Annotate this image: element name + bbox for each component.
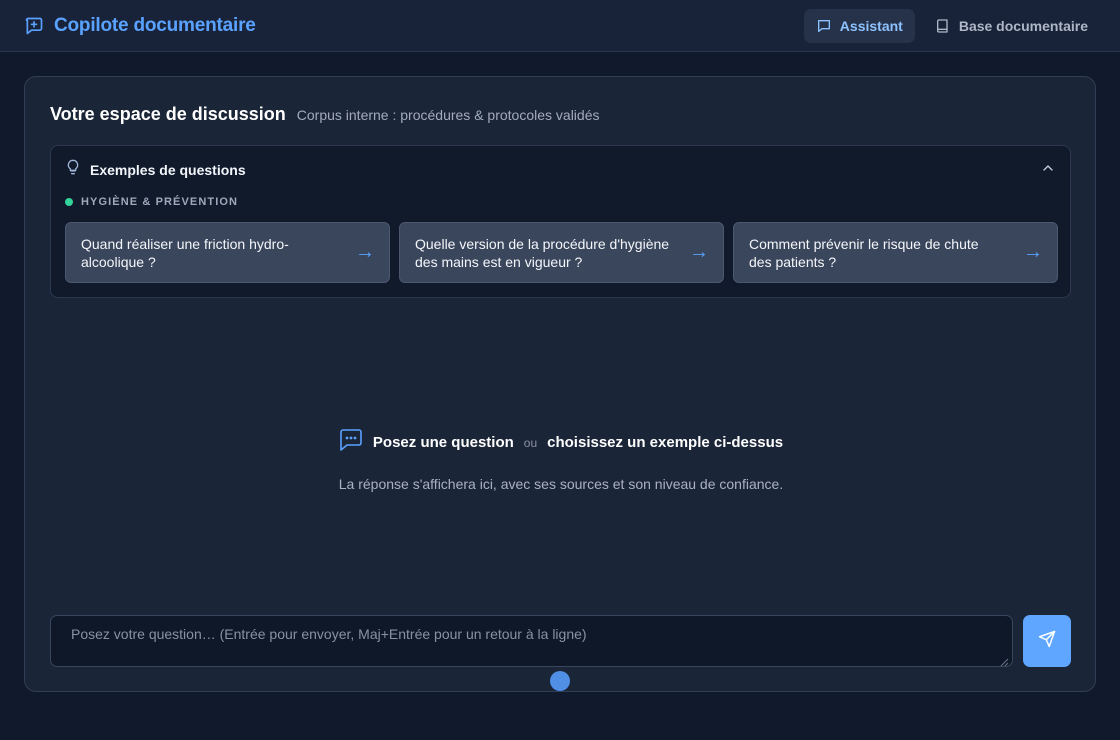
examples-header: Exemples de questions xyxy=(65,159,246,180)
scroll-handle[interactable] xyxy=(550,671,570,691)
paper-plane-icon xyxy=(1038,630,1056,653)
example-question-card[interactable]: Quand réaliser une friction hydro-alcool… xyxy=(65,222,390,283)
question-input-placeholder: Posez votre question… (Entrée pour envoy… xyxy=(71,626,587,642)
discussion-panel: Votre espace de discussion Corpus intern… xyxy=(24,76,1096,692)
question-input[interactable]: Posez votre question… (Entrée pour envoy… xyxy=(50,615,1013,667)
empty-state-hint: La réponse s'affichera ici, avec ses sou… xyxy=(338,476,784,492)
nav-knowledge-base-label: Base documentaire xyxy=(958,17,1088,34)
chevron-up-icon[interactable] xyxy=(1040,160,1056,176)
chat-dots-icon xyxy=(339,429,363,456)
examples-title: Exemples de questions xyxy=(90,161,246,178)
example-question-text: Comment prévenir le risque de chute des … xyxy=(749,235,979,270)
arrow-right-icon: → xyxy=(355,241,375,263)
book-icon xyxy=(935,18,951,34)
empty-state-secondary: choisissez un exemple ci-dessus xyxy=(547,434,784,451)
example-cards: Quand réaliser une friction hydro-alcool… xyxy=(65,222,1058,283)
category-label: HYGIÈNE & PRÉVENTION xyxy=(65,196,238,208)
chat-bubble-icon xyxy=(816,18,832,34)
empty-state: Posez une question ou choisissez un exem… xyxy=(25,429,1097,492)
examples-section: Exemples de questions HYGIÈNE & PRÉVENTI… xyxy=(50,145,1071,298)
chat-add-icon xyxy=(24,16,44,36)
panel-subtitle: Corpus interne : procédures & protocoles… xyxy=(296,107,600,123)
nav-assistant-label: Assistant xyxy=(839,17,903,34)
category-name: HYGIÈNE & PRÉVENTION xyxy=(81,196,239,208)
resize-handle-icon[interactable] xyxy=(1000,654,1009,667)
example-question-text: Quand réaliser une friction hydro-alcool… xyxy=(81,235,289,270)
example-question-card[interactable]: Quelle version de la procédure d'hygiène… xyxy=(399,222,724,283)
send-button[interactable] xyxy=(1023,615,1071,667)
lightbulb-icon xyxy=(65,159,81,180)
empty-state-separator: ou xyxy=(523,435,538,450)
example-question-card[interactable]: Comment prévenir le risque de chute des … xyxy=(733,222,1058,283)
arrow-right-icon: → xyxy=(689,241,709,263)
nav-assistant-tab[interactable]: Assistant xyxy=(803,8,915,43)
panel-header: Votre espace de discussion Corpus intern… xyxy=(50,104,599,125)
arrow-right-icon: → xyxy=(1023,241,1043,263)
example-question-text: Quelle version de la procédure d'hygiène… xyxy=(415,235,670,270)
main-nav: Assistant Base documentaire xyxy=(803,8,1100,43)
panel-title: Votre espace de discussion xyxy=(50,104,286,124)
empty-state-title: Posez une question ou choisissez un exem… xyxy=(25,429,1097,456)
nav-knowledge-base-tab[interactable]: Base documentaire xyxy=(923,9,1100,43)
app-title: Copilote documentaire xyxy=(54,14,256,36)
category-dot xyxy=(65,198,73,206)
empty-state-primary: Posez une question xyxy=(372,434,514,451)
brand: Copilote documentaire xyxy=(24,15,256,37)
top-bar: Copilote documentaire Assistant Base doc… xyxy=(0,0,1120,52)
